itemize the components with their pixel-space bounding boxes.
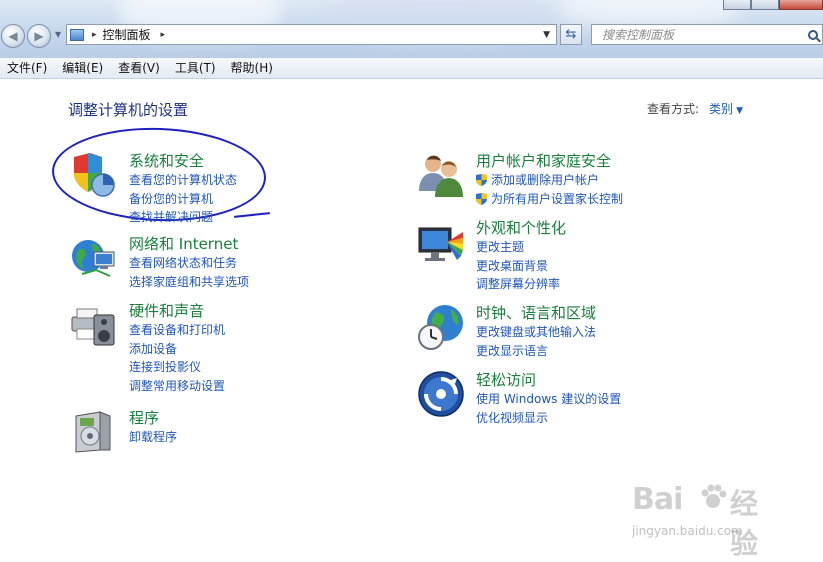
annotation-circle-tail <box>233 212 271 218</box>
breadcrumb-control-panel[interactable]: 控制面板 <box>103 26 151 43</box>
clock-globe-icon[interactable] <box>417 303 465 351</box>
link-change-keyboards[interactable]: 更改键盘或其他输入法 <box>476 323 596 342</box>
back-arrow-icon: ◀ <box>8 29 18 43</box>
watermark-jingyan: 经验 <box>730 487 759 560</box>
link-change-display-language[interactable]: 更改显示语言 <box>476 342 596 361</box>
link-network-status[interactable]: 查看网络状态和任务 <box>129 254 249 273</box>
link-add-device[interactable]: 添加设备 <box>129 340 225 359</box>
uac-shield-icon <box>476 174 487 186</box>
category-title[interactable]: 程序 <box>129 408 177 428</box>
watermark-logo: Bai <box>632 482 683 517</box>
maximize-button[interactable] <box>751 0 779 10</box>
program-box-icon[interactable] <box>70 408 118 456</box>
recent-pages-dropdown[interactable]: ▼ <box>55 30 61 39</box>
link-change-background[interactable]: 更改桌面背景 <box>476 257 566 276</box>
refresh-icon: ⇆ <box>565 27 577 42</box>
forward-arrow-icon: ▶ <box>34 29 44 43</box>
search-box[interactable] <box>591 24 823 45</box>
category-title[interactable]: 系统和安全 <box>129 151 237 171</box>
link-uninstall-program[interactable]: 卸载程序 <box>129 428 177 447</box>
link-mobility-settings[interactable]: 调整常用移动设置 <box>129 377 225 396</box>
category-title[interactable]: 硬件和声音 <box>129 301 225 321</box>
uac-shield-icon <box>476 192 487 205</box>
menu-bar: 文件(F) 编辑(E) 查看(V) 工具(T) 帮助(H) <box>0 58 823 79</box>
link-homegroup-sharing[interactable]: 选择家庭组和共享选项 <box>129 273 249 292</box>
globe-network-icon[interactable] <box>70 234 118 282</box>
category-title[interactable]: 网络和 Internet <box>129 234 249 254</box>
view-mode-selector[interactable]: 类别 <box>709 102 733 116</box>
view-mode: 查看方式: 类别 ▼ <box>647 100 743 117</box>
baidu-jingyan-watermark: Bai 经验 jingyan.baidu.com <box>632 482 782 560</box>
link-devices-printers[interactable]: 查看设备和打印机 <box>129 321 225 340</box>
link-backup-computer[interactable]: 备份您的计算机 <box>129 190 237 209</box>
link-optimize-visual-display[interactable]: 优化视频显示 <box>476 409 621 428</box>
breadcrumb-separator[interactable]: ▸ <box>92 30 97 40</box>
category-title[interactable]: 轻松访问 <box>476 370 621 390</box>
window-controls <box>723 0 823 10</box>
forward-button[interactable]: ▶ <box>27 24 51 48</box>
link-windows-suggested-settings[interactable]: 使用 Windows 建议的设置 <box>476 390 621 409</box>
link-connect-projector[interactable]: 连接到投影仪 <box>129 358 225 377</box>
address-bar[interactable]: ▸ 控制面板 ▸ ▼ <box>66 24 557 45</box>
chevron-down-icon[interactable]: ▼ <box>736 106 743 116</box>
link-screen-resolution[interactable]: 调整屏幕分辨率 <box>476 275 566 294</box>
minimize-button[interactable] <box>723 0 751 10</box>
menu-view[interactable]: 查看(V) <box>111 58 168 78</box>
menu-tools[interactable]: 工具(T) <box>168 58 224 78</box>
shield-chart-icon[interactable] <box>70 151 118 199</box>
category-title[interactable]: 用户帐户和家庭安全 <box>476 151 623 171</box>
users-icon[interactable] <box>417 151 465 199</box>
link-troubleshoot[interactable]: 查找并解决问题 <box>129 208 237 227</box>
link-parental-controls[interactable]: 为所有用户设置家长控制 <box>476 190 623 209</box>
link-view-computer-status[interactable]: 查看您的计算机状态 <box>129 171 237 190</box>
category-title[interactable]: 时钟、语言和区域 <box>476 303 596 323</box>
category-title[interactable]: 外观和个性化 <box>476 218 566 238</box>
page-title: 调整计算机的设置 <box>68 101 189 119</box>
link-change-theme[interactable]: 更改主题 <box>476 238 566 257</box>
search-input[interactable] <box>600 26 804 43</box>
printer-speaker-icon[interactable] <box>70 301 118 349</box>
search-icon[interactable] <box>808 29 818 40</box>
close-button[interactable] <box>779 0 823 10</box>
watermark-url: jingyan.baidu.com <box>632 524 743 538</box>
paw-icon <box>701 484 727 508</box>
menu-file[interactable]: 文件(F) <box>0 58 55 78</box>
menu-edit[interactable]: 编辑(E) <box>55 58 111 78</box>
menu-help[interactable]: 帮助(H) <box>224 58 281 78</box>
ease-of-access-icon[interactable] <box>417 370 465 418</box>
back-button[interactable]: ◀ <box>1 24 25 48</box>
link-add-remove-accounts[interactable]: 添加或删除用户帐户 <box>476 171 623 190</box>
control-panel-content: 调整计算机的设置 查看方式: 类别 ▼ 系统和安全 查看您的计算机状态 备份您的计算… <box>0 79 823 562</box>
refresh-button[interactable]: ⇆ <box>560 24 582 45</box>
view-mode-label: 查看方式: <box>647 102 700 116</box>
breadcrumb-separator[interactable]: ▸ <box>161 30 166 40</box>
control-panel-icon <box>70 28 84 41</box>
address-dropdown-icon[interactable]: ▼ <box>543 30 550 40</box>
monitor-palette-icon[interactable] <box>417 218 465 266</box>
